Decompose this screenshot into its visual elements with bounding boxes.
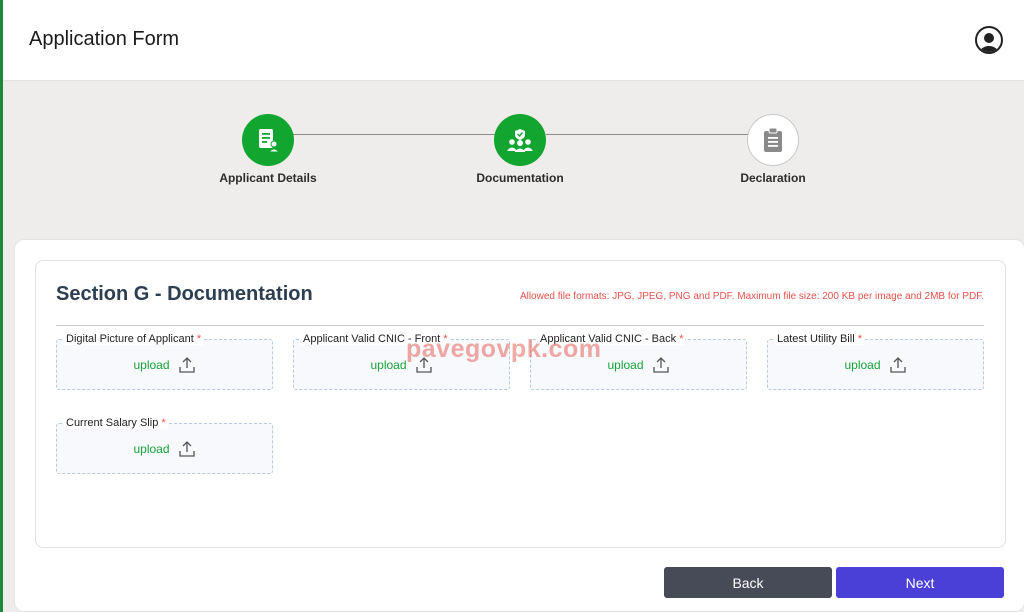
field-label-digital-picture: Digital Picture of Applicant *	[64, 333, 204, 345]
upload-icon	[652, 356, 669, 373]
upload-label: upload	[370, 357, 407, 372]
step-connector-line	[546, 134, 748, 135]
user-profile-icon[interactable]	[975, 26, 1003, 54]
upload-utility-bill[interactable]: upload	[767, 339, 984, 390]
upload-icon	[178, 440, 195, 457]
upload-icon	[178, 356, 195, 373]
upload-salary-slip[interactable]: upload	[56, 423, 273, 474]
app-header: Application Form	[3, 0, 1024, 81]
step-label-declaration: Declaration	[740, 171, 806, 185]
step-label-applicant-details: Applicant Details	[219, 171, 317, 185]
step-connector-line	[293, 134, 495, 135]
upload-label: upload	[607, 357, 644, 372]
page-title: Application Form	[29, 28, 180, 50]
upload-label: upload	[844, 357, 881, 372]
applicant-document-icon	[259, 129, 281, 153]
upload-label: upload	[133, 357, 170, 372]
upload-icon	[889, 356, 906, 373]
upload-digital-picture[interactable]: upload	[56, 339, 273, 390]
step-declaration[interactable]	[747, 114, 799, 166]
step-label-documentation: Documentation	[476, 171, 564, 185]
clipboard-icon	[764, 127, 782, 152]
section-title: Section G - Documentation	[56, 283, 313, 305]
upload-label: upload	[133, 441, 170, 456]
field-label-salary-slip: Current Salary Slip *	[64, 417, 168, 429]
step-applicant-details[interactable]	[242, 114, 294, 166]
allowed-formats-note: Allowed file formats: JPG, JPEG, PNG and…	[519, 291, 984, 302]
section-divider	[56, 325, 984, 326]
back-button[interactable]: Back	[664, 567, 832, 598]
watermark-text: pavegovpk.com	[406, 335, 602, 363]
step-documentation[interactable]	[494, 114, 546, 166]
field-label-utility-bill: Latest Utility Bill *	[775, 333, 864, 345]
next-button[interactable]: Next	[836, 567, 1004, 598]
users-shield-icon	[507, 129, 533, 152]
